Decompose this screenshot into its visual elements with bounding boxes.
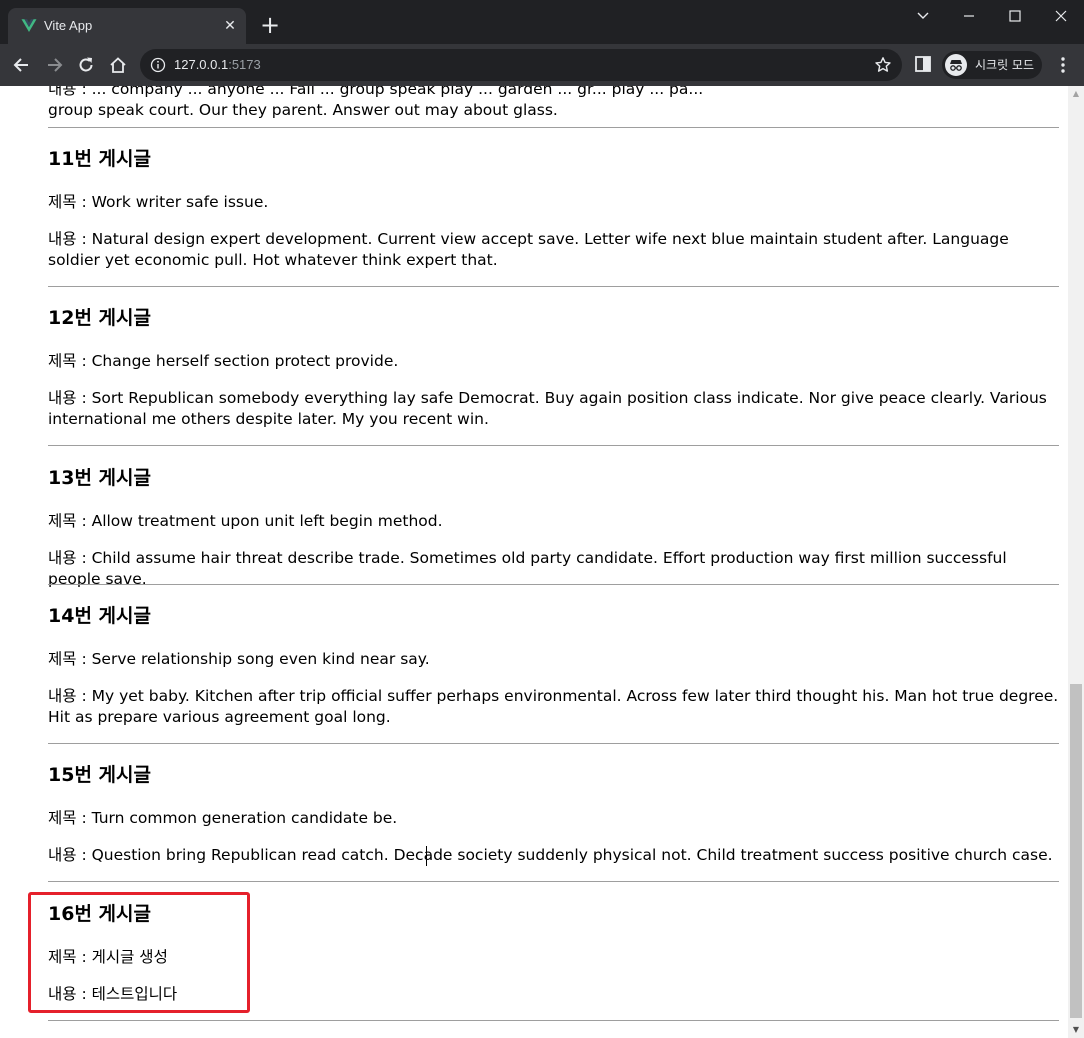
browser-toolbar: 127.0.0.1:5173 시크릿 모드	[0, 44, 1084, 86]
close-window-button[interactable]	[1038, 2, 1084, 30]
post-heading: 11번 게시글	[48, 148, 151, 170]
post-heading: 14번 게시글	[48, 605, 151, 627]
url-text: 127.0.0.1:5173	[174, 57, 261, 73]
post-title: 제목 : Serve relationship song even kind n…	[48, 650, 430, 668]
post-heading: 13번 게시글	[48, 467, 151, 489]
post-heading: 12번 게시글	[48, 307, 151, 329]
post-title: 제목 : Allow treatment upon unit left begi…	[48, 512, 443, 530]
kebab-menu-icon[interactable]	[1054, 55, 1072, 75]
browser-tab[interactable]: Vite App ✕	[8, 8, 246, 44]
minimize-icon	[964, 15, 974, 17]
post-divider	[48, 584, 1059, 585]
scroll-down-arrow-icon[interactable]: ▼	[1068, 1022, 1084, 1038]
post-divider	[48, 445, 1059, 446]
forward-arrow-icon	[48, 58, 63, 72]
post-divider	[48, 286, 1059, 287]
url-host: 127.0.0.1	[174, 57, 229, 72]
incognito-label: 시크릿 모드	[975, 58, 1035, 72]
incognito-icon	[945, 54, 967, 76]
post-divider	[48, 1020, 1059, 1021]
post-content: 내용 : Sort Republican somebody everything…	[48, 389, 1047, 428]
info-icon[interactable]	[150, 57, 166, 73]
post-content: 내용 : Natural design expert development. …	[48, 230, 1009, 269]
post-heading: 15번 게시글	[48, 764, 151, 786]
address-bar[interactable]: 127.0.0.1:5173	[140, 49, 902, 81]
post-content-continued: group speak court. Our they parent. Answ…	[48, 101, 558, 119]
tab-search-button[interactable]	[900, 2, 946, 30]
chevron-down-icon	[917, 12, 929, 19]
scroll-thumb[interactable]	[1070, 684, 1082, 1018]
reload-button[interactable]	[72, 51, 100, 79]
side-panel-icon[interactable]	[914, 55, 932, 73]
vertical-scrollbar[interactable]: ▲ ▼	[1068, 86, 1084, 1038]
vue-logo-icon	[21, 19, 37, 32]
post-divider	[48, 881, 1059, 882]
post-title: 제목 : Change herself section protect prov…	[48, 352, 399, 370]
post-title: 제목 : 게시글 생성	[48, 948, 168, 966]
new-tab-button[interactable]: +	[258, 13, 282, 38]
post-title: 제목 : Turn common generation candidate be…	[48, 809, 398, 827]
incognito-indicator[interactable]: 시크릿 모드	[942, 51, 1042, 79]
post-content: 내용 : Question bring Republican read catc…	[48, 846, 1053, 864]
page-viewport: 내용 : ... company ... anyone ... Fall ...…	[0, 86, 1068, 1038]
url-port: :5173	[228, 57, 261, 72]
maximize-button[interactable]	[992, 2, 1038, 30]
post-divider	[48, 743, 1059, 744]
home-button[interactable]	[104, 51, 132, 79]
home-icon	[110, 57, 126, 73]
back-arrow-icon	[13, 58, 28, 72]
close-icon	[1055, 10, 1067, 22]
tab-close-button[interactable]: ✕	[220, 16, 240, 36]
back-button[interactable]	[8, 51, 36, 79]
forward-button[interactable]	[40, 51, 68, 79]
text-cursor	[426, 846, 427, 866]
tab-strip: Vite App ✕ +	[0, 0, 1084, 44]
tab-title: Vite App	[44, 18, 93, 33]
post-content: 내용 : ... company ... anyone ... Fall ...…	[48, 86, 704, 98]
post-content: 내용 : 테스트입니다	[48, 985, 178, 1003]
scroll-up-arrow-icon[interactable]: ▲	[1068, 86, 1084, 102]
minimize-button[interactable]	[946, 2, 992, 30]
post-content: 내용 : My yet baby. Kitchen after trip off…	[48, 687, 1059, 726]
star-icon[interactable]	[874, 56, 892, 74]
post-divider	[48, 127, 1059, 128]
post-title: 제목 : Work writer safe issue.	[48, 193, 269, 211]
maximize-icon	[1009, 10, 1021, 22]
post-heading: 16번 게시글	[48, 903, 151, 925]
reload-icon	[79, 57, 93, 72]
